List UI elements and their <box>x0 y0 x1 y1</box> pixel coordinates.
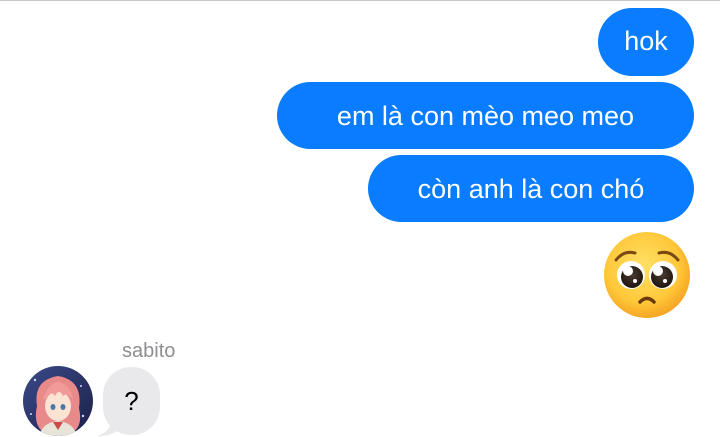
anime-avatar-icon[interactable] <box>23 366 93 436</box>
sender-name: sabito <box>122 340 176 362</box>
pleading-face-emoji-icon[interactable] <box>602 230 692 320</box>
outgoing-message-bubble[interactable]: còn anh là con chó <box>368 155 694 222</box>
outgoing-message-bubble[interactable]: em là con mèo meo meo <box>277 82 694 149</box>
incoming-message-bubble[interactable]: ? <box>103 367 160 435</box>
top-divider <box>0 0 720 1</box>
message-text: ? <box>124 385 139 416</box>
outgoing-message-bubble[interactable]: hok <box>598 8 694 76</box>
message-text: em là con mèo meo meo <box>336 100 635 131</box>
message-text: còn anh là con chó <box>417 173 645 204</box>
message-text: hok <box>624 26 668 56</box>
